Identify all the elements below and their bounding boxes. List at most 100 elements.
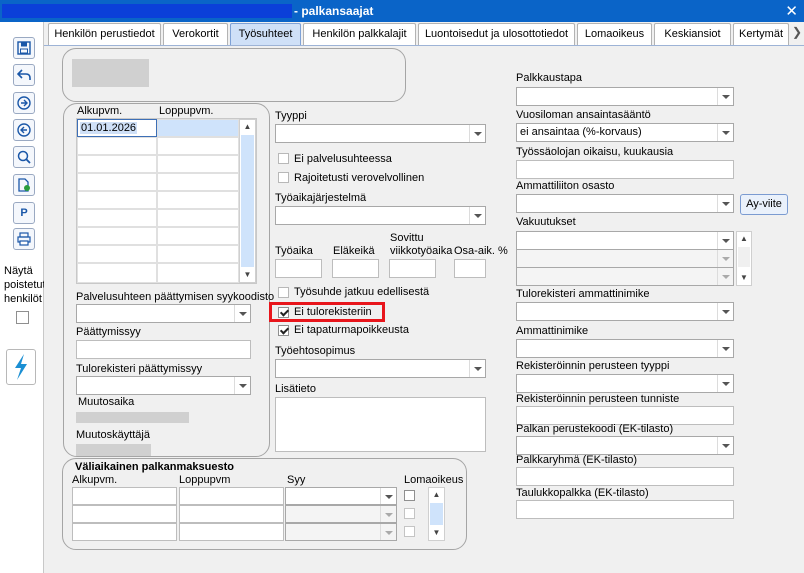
extra-info-textarea[interactable] xyxy=(275,397,486,452)
list-row[interactable] xyxy=(77,227,157,245)
close-icon[interactable]: ✕ xyxy=(785,2,798,20)
list-row[interactable] xyxy=(157,263,239,283)
employer-correction-input[interactable] xyxy=(516,160,734,179)
no-accident-checkbox[interactable] xyxy=(278,325,289,336)
basis-type-select[interactable] xyxy=(516,374,734,393)
pay-table-input[interactable] xyxy=(516,500,734,519)
temp-reason-select[interactable] xyxy=(285,487,397,505)
list-row[interactable] xyxy=(157,173,239,191)
list-row[interactable] xyxy=(157,209,239,227)
tab-henkilon-perustiedot[interactable]: Henkilön perustiedot xyxy=(48,23,161,45)
continues-checkbox[interactable] xyxy=(278,287,289,298)
list-row[interactable] xyxy=(77,245,157,263)
temp-scrollbar[interactable]: ▲ ▼ xyxy=(428,487,445,541)
part-time-input[interactable] xyxy=(454,259,486,278)
temp-holiday-checkbox[interactable] xyxy=(404,508,415,519)
list-row[interactable] xyxy=(157,137,239,155)
insurance-select[interactable] xyxy=(516,231,734,250)
search-icon[interactable] xyxy=(13,146,35,168)
temp-reason-select[interactable] xyxy=(285,505,397,523)
not-in-service-checkbox[interactable] xyxy=(278,153,289,164)
scroll-down-icon[interactable]: ▼ xyxy=(429,526,444,540)
scroll-up-icon[interactable]: ▲ xyxy=(240,120,255,134)
limited-tax-checkbox[interactable] xyxy=(278,172,289,183)
tab-lomaoikeus[interactable]: Lomaoikeus xyxy=(577,23,652,45)
list-row[interactable] xyxy=(77,173,157,191)
scroll-up-icon[interactable]: ▲ xyxy=(429,488,444,502)
temp-end-input[interactable] xyxy=(179,487,284,505)
scroll-down-icon[interactable]: ▼ xyxy=(737,271,751,285)
scroll-down-icon[interactable]: ▼ xyxy=(240,268,255,282)
list-row[interactable] xyxy=(77,263,157,283)
tab-scroll-right-icon[interactable]: ❯ xyxy=(792,25,802,39)
tab-henkilon-palkkalajit[interactable]: Henkilön palkkalajit xyxy=(303,23,416,45)
end-reason-input[interactable] xyxy=(76,340,251,359)
temp-end-input[interactable] xyxy=(179,523,284,541)
previous-icon[interactable] xyxy=(13,119,35,141)
tab-verokortit[interactable]: Verokortit xyxy=(163,23,228,45)
no-income-register-checkbox[interactable] xyxy=(278,307,289,318)
list-row[interactable] xyxy=(77,191,157,209)
temp-start-input[interactable] xyxy=(72,487,177,505)
app-logo-icon[interactable] xyxy=(6,349,36,385)
scroll-up-icon[interactable]: ▲ xyxy=(737,232,751,246)
list-row[interactable] xyxy=(77,155,157,173)
temp-end-input[interactable] xyxy=(179,505,284,523)
save-icon[interactable] xyxy=(13,37,35,59)
union-select[interactable] xyxy=(516,194,734,213)
termination-reason-select[interactable] xyxy=(76,304,251,323)
scroll-thumb[interactable] xyxy=(430,503,443,525)
work-time-system-select[interactable] xyxy=(275,206,486,225)
occupation-select[interactable] xyxy=(516,339,734,358)
list-item[interactable]: 01.01.2026 xyxy=(77,119,157,137)
holiday-rule-select[interactable]: ei ansaintaa (%-korvaus) xyxy=(516,123,734,142)
contract-select[interactable] xyxy=(275,359,486,378)
ay-viite-button[interactable]: Ay-viite xyxy=(740,194,788,215)
list-row[interactable] xyxy=(77,209,157,227)
temp-start-input[interactable] xyxy=(72,523,177,541)
list-row[interactable] xyxy=(77,137,157,155)
type-label: Tyyppi xyxy=(275,110,307,122)
insurance-select[interactable] xyxy=(516,267,734,286)
pension-age-input[interactable] xyxy=(332,259,379,278)
basis-id-label: Rekisteröinnin perusteen tunniste xyxy=(516,393,680,405)
scroll-thumb[interactable] xyxy=(738,247,750,267)
temp-reason-select[interactable] xyxy=(285,523,397,541)
ir-end-reason-select[interactable] xyxy=(76,376,251,395)
employee-header-panel xyxy=(62,48,406,102)
scroll-thumb[interactable] xyxy=(241,135,254,267)
list-row[interactable] xyxy=(157,245,239,263)
list-item-end[interactable] xyxy=(157,119,239,137)
tab-tyosuhteet[interactable]: Työsuhteet xyxy=(230,23,301,45)
agreed-weekly-input[interactable] xyxy=(389,259,436,278)
pay-code-select[interactable] xyxy=(516,436,734,455)
insurance-scrollbar[interactable]: ▲ ▼ xyxy=(736,231,752,286)
print-icon[interactable] xyxy=(13,228,35,250)
list-row[interactable] xyxy=(157,191,239,209)
new-document-icon[interactable] xyxy=(13,174,35,196)
type-select[interactable] xyxy=(275,124,486,143)
work-time-input[interactable] xyxy=(275,259,322,278)
show-deleted-checkbox[interactable] xyxy=(16,311,29,324)
insurance-select[interactable] xyxy=(516,249,734,268)
ir-end-reason-label: Tulorekisteri päättymissyy xyxy=(76,363,203,375)
list-row[interactable] xyxy=(157,155,239,173)
main-content: Alkupvm. Loppupvm. 01.01.2026 ▲ ▼ Palvel… xyxy=(44,46,804,573)
pay-group-input[interactable] xyxy=(516,467,734,486)
next-icon[interactable] xyxy=(13,92,35,114)
undo-icon[interactable] xyxy=(13,64,35,86)
ir-occupation-select[interactable] xyxy=(516,302,734,321)
temp-holiday-checkbox[interactable] xyxy=(404,490,415,501)
basis-type-label: Rekisteröinnin perusteen tyyppi xyxy=(516,360,670,372)
tab-luontoisedut[interactable]: Luontoisedut ja ulosottotiedot xyxy=(418,23,575,45)
tab-kertymat[interactable]: Kertymät xyxy=(733,23,789,45)
window-title: - palkansaajat xyxy=(294,4,374,18)
tab-keskiansiot[interactable]: Keskiansiot xyxy=(654,23,731,45)
extra-info-label: Lisätieto xyxy=(275,383,316,395)
p-button[interactable]: P xyxy=(13,202,35,224)
temp-holiday-checkbox[interactable] xyxy=(404,526,415,537)
list-scrollbar[interactable]: ▲ ▼ xyxy=(239,119,256,283)
payment-method-select[interactable] xyxy=(516,87,734,106)
list-row[interactable] xyxy=(157,227,239,245)
temp-start-input[interactable] xyxy=(72,505,177,523)
